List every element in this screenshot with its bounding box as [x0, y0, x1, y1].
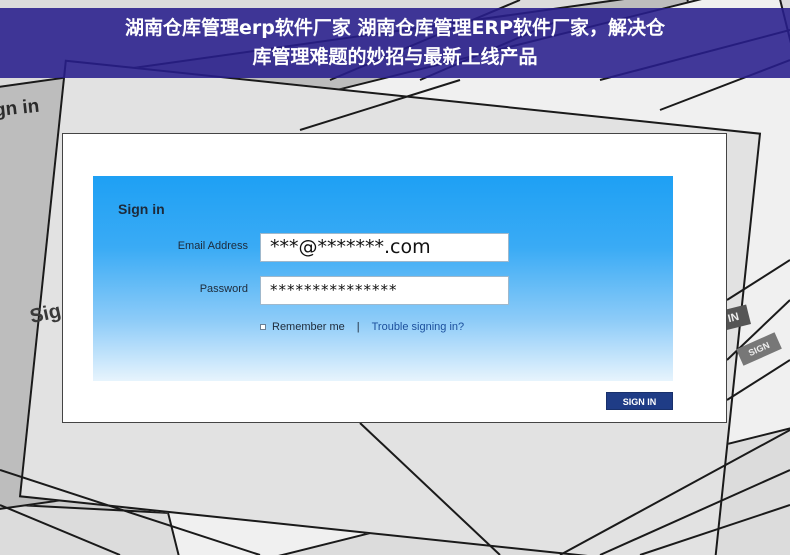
banner-title-line-1: 湖南仓库管理erp软件厂家 湖南仓库管理ERP软件厂家，解决仓 — [124, 17, 665, 39]
sign-in-window: Sign in Email Address ***@*******.com Pa… — [62, 133, 727, 423]
banner-title-line-2: 库管理难题的妙招与最新上线产品 — [252, 46, 538, 68]
email-field[interactable]: ***@*******.com — [260, 233, 509, 262]
separator: | — [356, 321, 360, 333]
remember-row: Remember me | Trouble signing in? — [260, 321, 464, 333]
sign-in-title: Sign in — [118, 201, 165, 217]
remember-me-checkbox[interactable] — [260, 324, 266, 330]
sign-in-panel: Sign in Email Address ***@*******.com Pa… — [93, 176, 673, 381]
email-label: Email Address — [177, 240, 248, 252]
password-field[interactable]: *************** — [260, 276, 509, 305]
screenshot-stage: gn in Sig IN SIGN 湖南仓库管理erp软件厂家 湖南仓库管理ER… — [0, 0, 790, 555]
title-banner: 湖南仓库管理erp软件厂家 湖南仓库管理ERP软件厂家，解决仓 库管理难题的妙招… — [0, 8, 790, 78]
sign-in-button[interactable]: SIGN IN — [606, 392, 673, 410]
remember-me-label[interactable]: Remember me — [272, 321, 345, 333]
password-label: Password — [199, 283, 248, 295]
trouble-signing-in-link[interactable]: Trouble signing in? — [372, 321, 465, 333]
